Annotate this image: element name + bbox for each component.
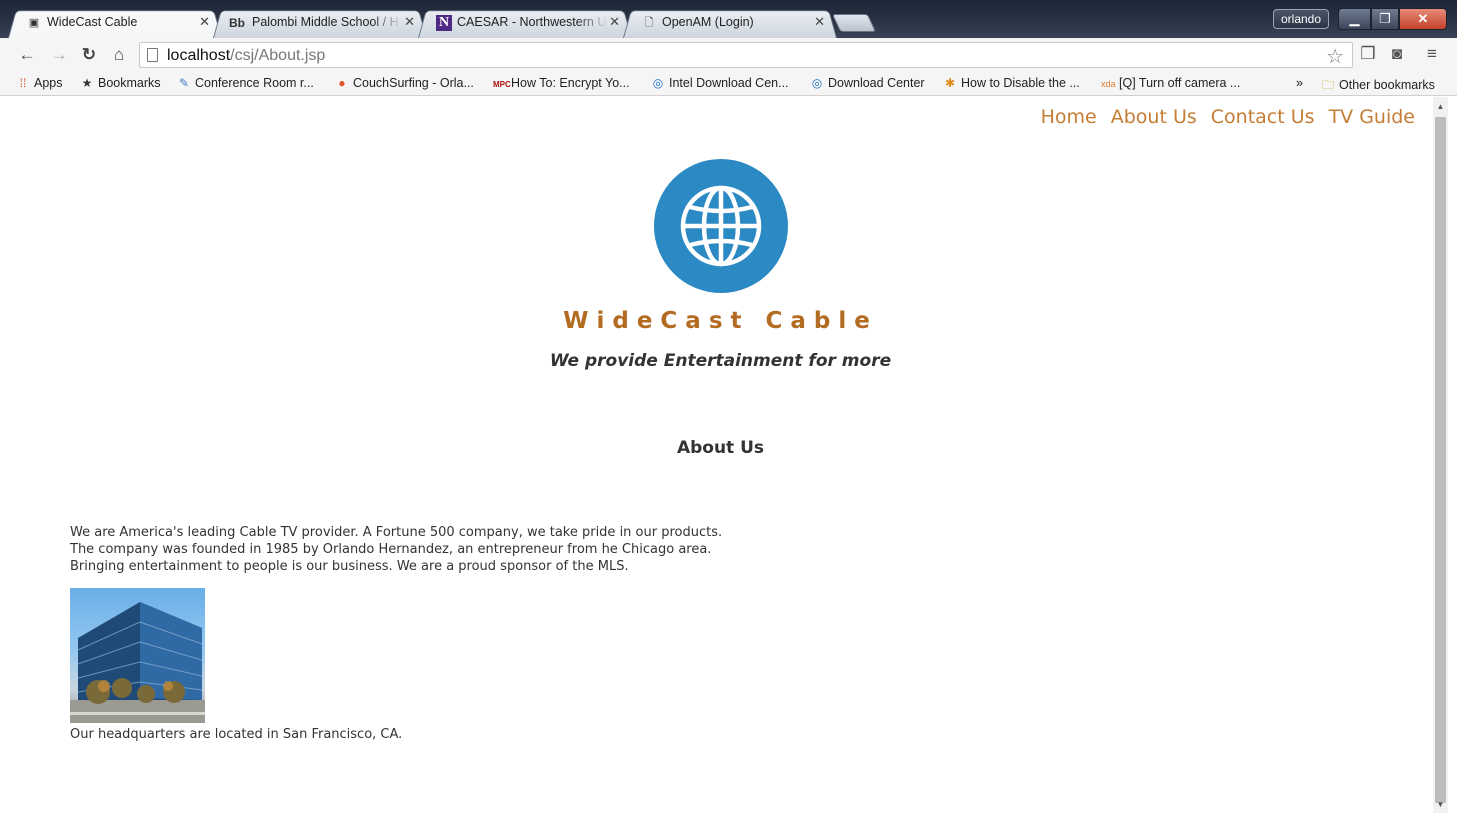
bookmark-intel-download[interactable]: ◎ Intel Download Cen...: [651, 76, 789, 90]
scrollbar-thumb[interactable]: [1435, 117, 1446, 803]
close-tab-icon[interactable]: ✕: [814, 14, 825, 30]
tab-palombi[interactable]: Bb Palombi Middle School / H ✕: [213, 8, 427, 38]
tagline: We provide Entertainment for more: [549, 351, 892, 371]
section-title: About Us: [676, 438, 765, 458]
close-tab-icon[interactable]: ✕: [199, 14, 210, 30]
bookmarks-overflow[interactable]: »: [1296, 76, 1303, 90]
couchsurfing-icon: ●: [338, 76, 346, 90]
tab-caesar[interactable]: N CAESAR - Northwestern U ✕: [418, 8, 632, 38]
intel-icon: ◎: [652, 76, 664, 90]
globe-icon: [680, 185, 762, 267]
tab-title: CAESAR - Northwestern U: [457, 15, 607, 29]
nav-tvguide-link[interactable]: TV Guide: [1329, 106, 1415, 128]
close-window-icon[interactable]: ✕: [1399, 8, 1447, 30]
bookmark-couchsurfing[interactable]: ● CouchSurfing - Orla...: [335, 76, 474, 90]
home-icon[interactable]: ⌂: [108, 45, 130, 65]
bookmark-bookmarks[interactable]: ★ Bookmarks: [80, 76, 161, 90]
hq-caption: Our headquarters are located in San Fran…: [70, 727, 403, 742]
bookmark-apps[interactable]: ⁞⁞ Apps: [16, 76, 63, 90]
extension-square-icon[interactable]: ◙: [1386, 44, 1408, 64]
nav-home-link[interactable]: Home: [1041, 106, 1097, 128]
extension-icon[interactable]: ❒: [1357, 44, 1379, 64]
tab-openam[interactable]: 🗋 OpenAM (Login) ✕: [623, 8, 837, 38]
bookmark-download-center[interactable]: ◎ Download Center: [810, 76, 925, 90]
bookmarks-bar: ⁞⁞ Apps ★ Bookmarks ✎ Conference Room r... …: [0, 72, 1457, 96]
brand-name: WideCast Cable: [563, 308, 878, 334]
star-icon: ★: [81, 76, 93, 90]
forward-icon[interactable]: →: [48, 45, 70, 65]
tab-title: WideCast Cable: [47, 15, 138, 29]
page-scrollbar[interactable]: ▲ ▼: [1433, 97, 1448, 813]
browser-toolbar: ← → ↻ ⌂ localhost/csj/About.jsp ☆ ❒ ◙ ≡: [0, 38, 1457, 72]
nav-about-link[interactable]: About Us: [1111, 106, 1197, 128]
close-tab-icon[interactable]: ✕: [609, 14, 620, 30]
browser-titlebar: ▣ WideCast Cable ✕ Bb Palombi Middle Sch…: [0, 0, 1457, 38]
apps-grid-icon: ⁞⁞: [19, 76, 27, 90]
bookmark-disable[interactable]: ✱ How to Disable the ...: [943, 76, 1080, 90]
nav-contact-link[interactable]: Contact Us: [1211, 106, 1315, 128]
maximize-icon[interactable]: ❐: [1371, 8, 1399, 30]
tab-widecast[interactable]: ▣ WideCast Cable ✕: [8, 8, 222, 38]
menu-icon[interactable]: ≡: [1421, 44, 1443, 64]
tab-title: OpenAM (Login): [662, 15, 754, 29]
site-nav: Home About Us Contact Us TV Guide: [1041, 106, 1415, 128]
close-tab-icon[interactable]: ✕: [404, 14, 415, 30]
bookmark-xda[interactable]: xda [Q] Turn off camera ...: [1101, 76, 1240, 90]
bookmark-conference[interactable]: ✎ Conference Room r...: [177, 76, 314, 90]
about-line: We are America's leading Cable TV provid…: [70, 525, 723, 540]
mpc-icon: MPC: [493, 80, 511, 89]
bookmark-encrypt[interactable]: MPCHow To: Encrypt Yo...: [493, 76, 630, 90]
bookmark-other[interactable]: 🗀 Other bookmarks: [1321, 76, 1435, 97]
about-paragraph: We are America's leading Cable TV provid…: [70, 524, 722, 575]
back-icon[interactable]: ←: [16, 45, 38, 65]
window-controls: ▁ ❐ ✕: [1338, 8, 1448, 30]
profile-button[interactable]: orlando: [1273, 9, 1329, 29]
about-line: Bringing entertainment to people is our …: [70, 559, 629, 574]
page-content: Home About Us Contact Us TV Guide WideCa…: [0, 97, 1433, 813]
scroll-down-icon[interactable]: ▼: [1433, 799, 1448, 811]
tab-title: Palombi Middle School / H: [252, 15, 399, 29]
folder-icon: 🗀: [1321, 78, 1334, 92]
page-icon: [147, 48, 158, 62]
scroll-up-icon[interactable]: ▲: [1433, 101, 1448, 113]
doc-icon: ✎: [178, 76, 190, 90]
headquarters-photo: [70, 588, 205, 723]
new-tab-button[interactable]: [831, 14, 877, 32]
url-text: localhost/csj/About.jsp: [167, 47, 326, 64]
xda-icon: xda: [1101, 79, 1116, 89]
blackboard-icon: Bb: [229, 16, 245, 30]
image-icon: ▣: [28, 17, 40, 29]
bookmark-star-icon[interactable]: ☆: [1326, 44, 1344, 69]
reload-icon[interactable]: ↻: [78, 45, 100, 65]
about-line: The company was founded in 1985 by Orlan…: [70, 542, 712, 557]
intel-icon: ◎: [811, 76, 823, 90]
northwestern-icon: N: [436, 15, 452, 31]
address-bar[interactable]: localhost/csj/About.jsp ☆: [139, 42, 1353, 68]
minimize-icon[interactable]: ▁: [1338, 8, 1371, 30]
page-icon: 🗋: [644, 17, 654, 29]
site-logo: [654, 159, 788, 293]
figure-icon: ✱: [944, 76, 956, 90]
